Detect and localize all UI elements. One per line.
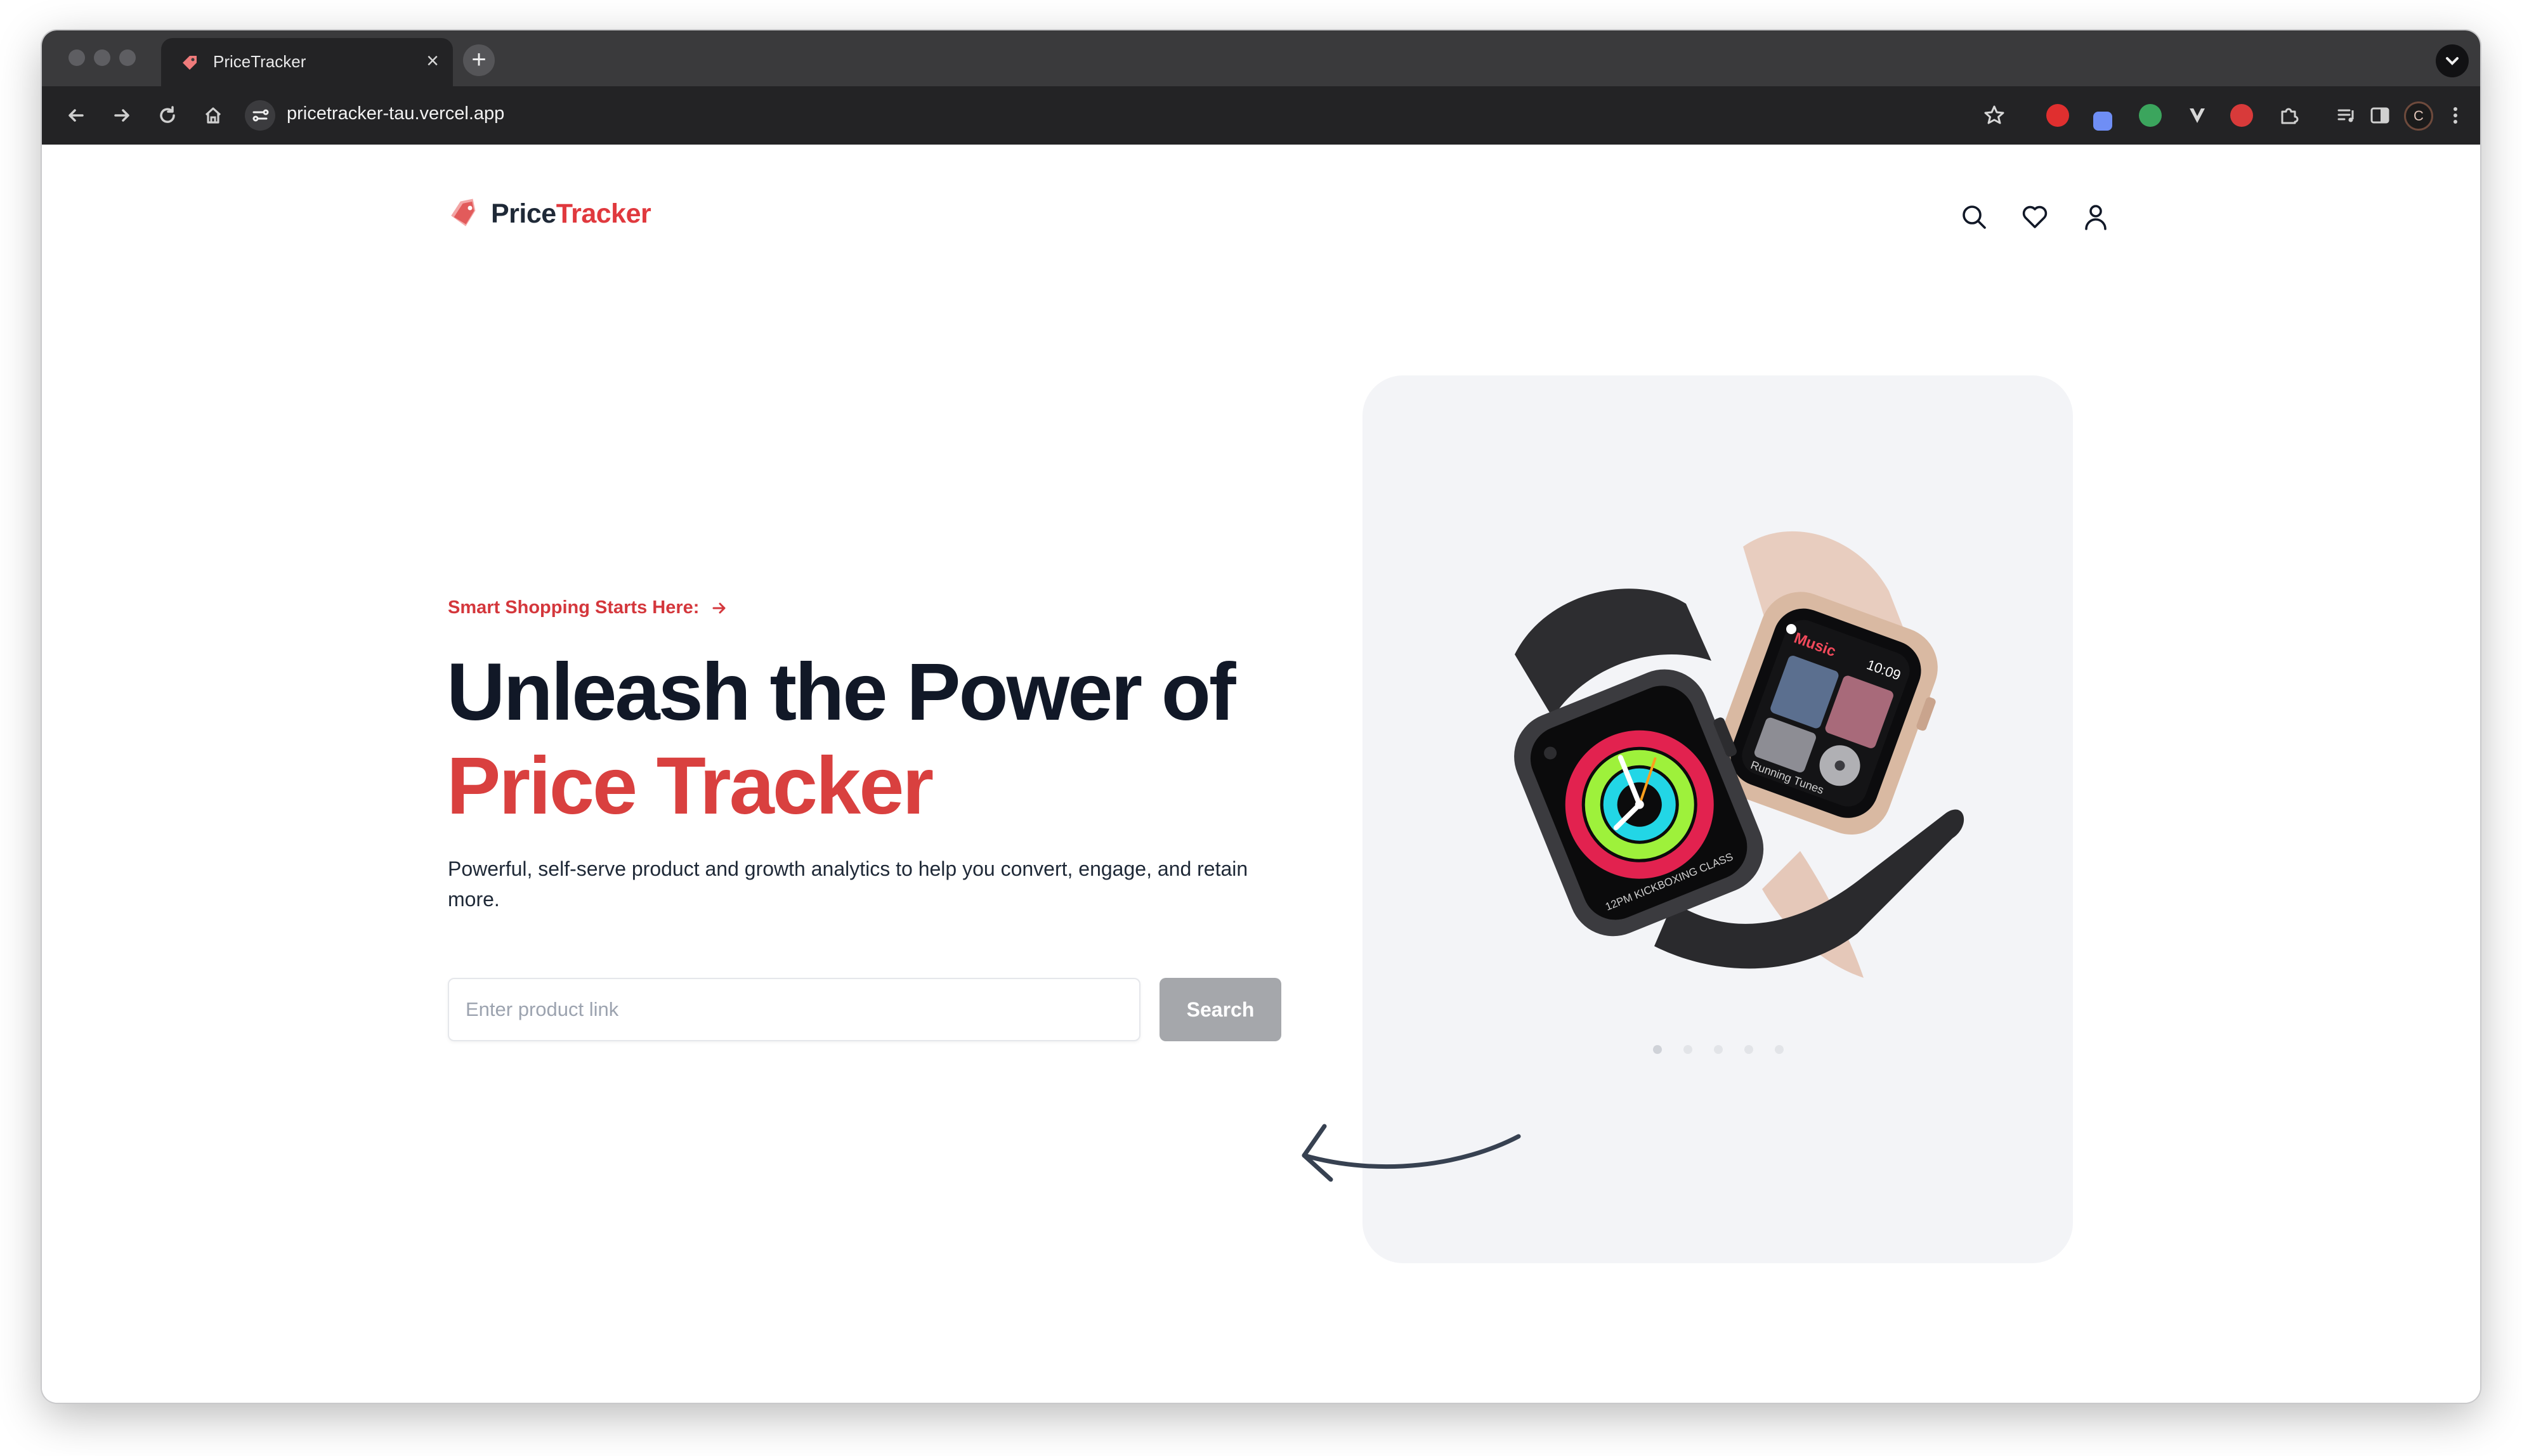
carousel-dot-1[interactable] xyxy=(1653,1045,1662,1054)
browser-toolbar: pricetracker-tau.vercel.app C xyxy=(42,86,2480,145)
hero-headline: Unleash the Power of Price Tracker xyxy=(447,646,1335,833)
tab-close-icon[interactable]: × xyxy=(426,48,439,74)
address-bar[interactable]: pricetracker-tau.vercel.app xyxy=(287,103,504,124)
page-content: PriceTracker Smart Shopping Starts Here:… xyxy=(42,145,2480,1403)
extension-green-icon[interactable] xyxy=(2139,104,2162,127)
extension-record-icon[interactable] xyxy=(2230,104,2253,127)
extensions-puzzle-icon[interactable] xyxy=(2276,103,2301,128)
bookmark-star-icon[interactable] xyxy=(1982,103,2007,128)
home-icon[interactable] xyxy=(200,103,226,128)
arrow-right-icon xyxy=(712,602,726,613)
eyebrow-text: Smart Shopping Starts Here: xyxy=(448,597,700,618)
side-panel-icon[interactable] xyxy=(2367,103,2393,128)
hero-subtext: Powerful, self-serve product and growth … xyxy=(448,857,1248,911)
logo-word-tracker: Tracker xyxy=(556,198,651,229)
tab-title: PriceTracker xyxy=(213,52,306,71)
extension-red-icon[interactable] xyxy=(2046,104,2069,127)
headline-line-2: Price Tracker xyxy=(447,741,934,831)
site-settings-button[interactable] xyxy=(245,100,275,131)
carousel-dot-5[interactable] xyxy=(1775,1045,1784,1054)
minimize-window-button[interactable] xyxy=(94,49,110,66)
profile-avatar[interactable]: C xyxy=(2404,101,2433,131)
reload-icon[interactable] xyxy=(155,103,180,128)
heart-icon[interactable] xyxy=(2020,202,2050,232)
search-button[interactable]: Search xyxy=(1160,978,1281,1041)
tab-bar: PriceTracker × + xyxy=(42,30,2480,86)
product-link-input[interactable] xyxy=(448,978,1140,1041)
headline-line-1: Unleash the Power of xyxy=(447,647,1236,738)
zoom-window-button[interactable] xyxy=(119,49,136,66)
logo-wordmark: PriceTracker xyxy=(491,198,651,230)
new-tab-button[interactable]: + xyxy=(463,44,495,76)
tab-pricetracker[interactable]: PriceTracker × xyxy=(161,38,453,86)
tune-icon xyxy=(252,109,269,122)
logo-word-price: Price xyxy=(491,198,556,229)
carousel-dot-2[interactable] xyxy=(1683,1045,1692,1054)
more-vertical-icon[interactable] xyxy=(2446,103,2465,128)
carousel-dot-3[interactable] xyxy=(1714,1045,1723,1054)
price-tag-logo-icon xyxy=(451,198,476,226)
tab-search-button[interactable] xyxy=(2436,44,2469,77)
search-icon[interactable] xyxy=(1959,202,1989,232)
back-arrow-icon[interactable] xyxy=(63,103,89,128)
apple-watch-image: Music 10:09 Running Tunes 12PM KICKBOXIN… xyxy=(1514,531,1964,978)
extension-v-icon[interactable] xyxy=(2185,103,2210,128)
hero-eyebrow: Smart Shopping Starts Here: xyxy=(448,597,728,618)
chevron-down-icon xyxy=(2446,57,2459,65)
site-logo[interactable]: PriceTracker xyxy=(448,198,651,230)
carousel-indicators xyxy=(1653,1045,1805,1054)
forward-arrow-icon[interactable] xyxy=(109,103,134,128)
extension-blue-icon[interactable] xyxy=(2093,112,2112,131)
curved-arrow-icon xyxy=(1302,1124,1521,1182)
media-controls-icon[interactable] xyxy=(2334,103,2360,128)
tag-favicon-icon xyxy=(183,56,197,70)
carousel-dot-4[interactable] xyxy=(1744,1045,1753,1054)
close-window-button[interactable] xyxy=(69,49,85,66)
browser-window: PriceTracker × + pricetracker-tau.vercel… xyxy=(42,30,2480,1403)
user-icon[interactable] xyxy=(2081,202,2111,232)
